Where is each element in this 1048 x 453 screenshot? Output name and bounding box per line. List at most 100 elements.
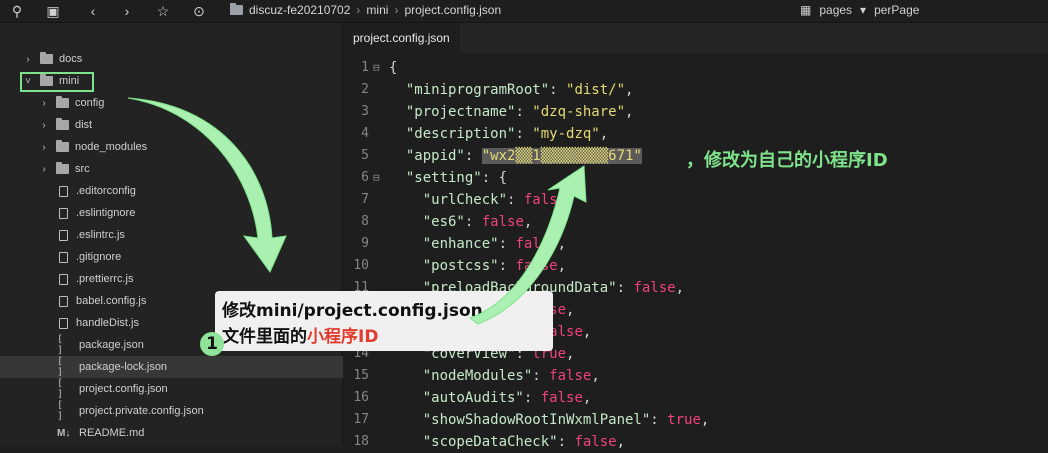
code-text: "autoAudits": false, [422, 390, 592, 406]
code-text: "scopeDataCheck": false, [422, 434, 626, 450]
fold-toggle-icon[interactable]: ⊟ [373, 167, 380, 189]
code-line[interactable]: 8 "es6": false, [343, 211, 1048, 233]
callout-line2-highlight: 小程序ID [307, 327, 379, 347]
file-icon [59, 251, 68, 263]
js-file-icon [59, 229, 68, 241]
tab-project-config[interactable]: project.config.json [343, 23, 460, 55]
play-icon[interactable]: ⊙ [190, 2, 208, 20]
chevron-right-icon: › [42, 163, 46, 175]
code-text: "enhance": false, [422, 236, 567, 252]
json-value: false [515, 236, 558, 252]
code-line[interactable]: 4 "description": "my-dzq", [343, 123, 1048, 145]
line-number: 17 [353, 412, 369, 427]
tree-item-label: config [75, 97, 105, 109]
chevron-right-icon: › [26, 53, 30, 65]
line-number: 6 [361, 170, 369, 185]
json-key: "es6" [422, 214, 465, 230]
code-line[interactable]: 16 "autoAudits": false, [343, 387, 1048, 409]
line-number: 9 [361, 236, 369, 251]
json-icon: [ ] [57, 378, 64, 400]
symbol-perpage[interactable]: perPage [874, 3, 919, 17]
tree-item-config[interactable]: › config [0, 92, 380, 114]
code-text: "projectname": "dzq-share", [405, 104, 634, 120]
code-line[interactable]: 18 "scopeDataCheck": false, [343, 431, 1048, 453]
code-line[interactable]: 10 "postcss": false, [343, 255, 1048, 277]
json-key: "enhance" [422, 236, 499, 252]
js-file-icon [59, 273, 68, 285]
code-text: "appid": "wx2▒▒1▒▒▒▒▒▒▒▒671" [405, 148, 642, 164]
tree-item-eslintignore[interactable]: .eslintignore [0, 202, 399, 224]
folder-icon [56, 96, 69, 108]
json-value: true [667, 412, 701, 428]
dropdown-icon[interactable]: ▾ [860, 3, 866, 17]
json-key: "setting" [405, 170, 482, 186]
line-number: 16 [353, 390, 369, 405]
json-value: false [540, 390, 583, 406]
tree-item-label: .eslintrc.js [76, 229, 125, 241]
save-icon[interactable]: ▣ [44, 2, 62, 20]
json-value: "dist/" [566, 82, 626, 98]
symbol-pages[interactable]: pages [819, 3, 852, 17]
tree-item-prettierrc[interactable]: .prettierrc.js [0, 268, 399, 290]
tree-item-project-config[interactable]: [ ] project.config.json [0, 378, 399, 400]
tree-item-label: .gitignore [76, 251, 122, 263]
tree-item-eslintrc[interactable]: .eslintrc.js [0, 224, 399, 246]
step-number-badge: 1 [200, 332, 224, 356]
code-text: "urlCheck": false, [422, 192, 575, 208]
json-value: "dzq-share" [532, 104, 626, 120]
file-icon [59, 207, 68, 219]
code-line[interactable]: 3 "projectname": "dzq-share", [343, 101, 1048, 123]
file-icon [59, 185, 68, 197]
grid-icon[interactable]: ▦ [800, 3, 811, 17]
json-value: false [633, 280, 676, 296]
json-icon: [ ] [57, 334, 64, 356]
tree-item-editorconfig[interactable]: .editorconfig [0, 180, 399, 202]
json-value: false [574, 434, 617, 450]
code-punctuation: { [389, 60, 398, 76]
tree-item-label: handleDist.js [76, 317, 139, 329]
callout-line2-prefix: 文件里面的 [222, 327, 307, 347]
tree-item-src[interactable]: › src [0, 158, 380, 180]
code-text: "showShadowRootInWxmlPanel": true, [422, 412, 710, 428]
code-line[interactable]: 7 "urlCheck": false, [343, 189, 1048, 211]
json-key: "description" [405, 126, 516, 142]
markdown-icon: M↓ [57, 427, 71, 439]
line-number: 2 [361, 82, 369, 97]
breadcrumb-root[interactable]: discuz-fe20210702 [249, 3, 350, 17]
folder-icon [56, 162, 69, 174]
fold-toggle-icon[interactable]: ⊟ [373, 57, 380, 79]
code-text: "setting": { [405, 170, 508, 186]
json-key: "showShadowRootInWxmlPanel" [422, 412, 651, 428]
breadcrumb-file[interactable]: project.config.json [404, 3, 501, 17]
tree-item-dist[interactable]: › dist [0, 114, 380, 136]
tree-item-node-modules[interactable]: › node_modules [0, 136, 380, 158]
folder-icon [56, 118, 69, 130]
code-line[interactable]: 15 "nodeModules": false, [343, 365, 1048, 387]
json-key: "postcss" [422, 258, 499, 274]
code-line[interactable]: 1 ⊟ { [343, 57, 1048, 79]
tree-item-gitignore[interactable]: .gitignore [0, 246, 399, 268]
code-text: "miniprogramRoot": "dist/", [405, 82, 634, 98]
code-text: "postcss": false, [422, 258, 567, 274]
tree-item-project-private-config[interactable]: [ ] project.private.config.json [0, 400, 399, 422]
json-value: false [481, 214, 524, 230]
forward-icon[interactable]: › [118, 2, 136, 20]
code-line[interactable]: 9 "enhance": false, [343, 233, 1048, 255]
tree-item-readme[interactable]: M↓ README.md [0, 422, 399, 444]
pin-icon[interactable]: ⚲ [8, 2, 26, 20]
json-key: "miniprogramRoot" [405, 82, 550, 98]
json-value: false [515, 258, 558, 274]
star-icon[interactable]: ☆ [154, 2, 172, 20]
code-editor[interactable]: project.config.json 1 ⊟ {2 "miniprogramRoo… [343, 23, 1048, 450]
tree-item-label: dist [75, 119, 93, 131]
tree-item-package-lock[interactable]: [ ] package-lock.json [0, 356, 399, 378]
appid-annotation: ，修改为自己的小程序ID [686, 150, 888, 171]
code-line[interactable]: 2 "miniprogramRoot": "dist/", [343, 79, 1048, 101]
tree-item-docs[interactable]: › docs [0, 48, 364, 70]
breadcrumb-mini[interactable]: mini [366, 3, 388, 17]
highlight-box-mini [20, 72, 94, 92]
back-icon[interactable]: ‹ [84, 2, 102, 20]
json-value: false [549, 368, 592, 384]
line-number: 1 [361, 60, 369, 75]
code-line[interactable]: 17 "showShadowRootInWxmlPanel": true, [343, 409, 1048, 431]
